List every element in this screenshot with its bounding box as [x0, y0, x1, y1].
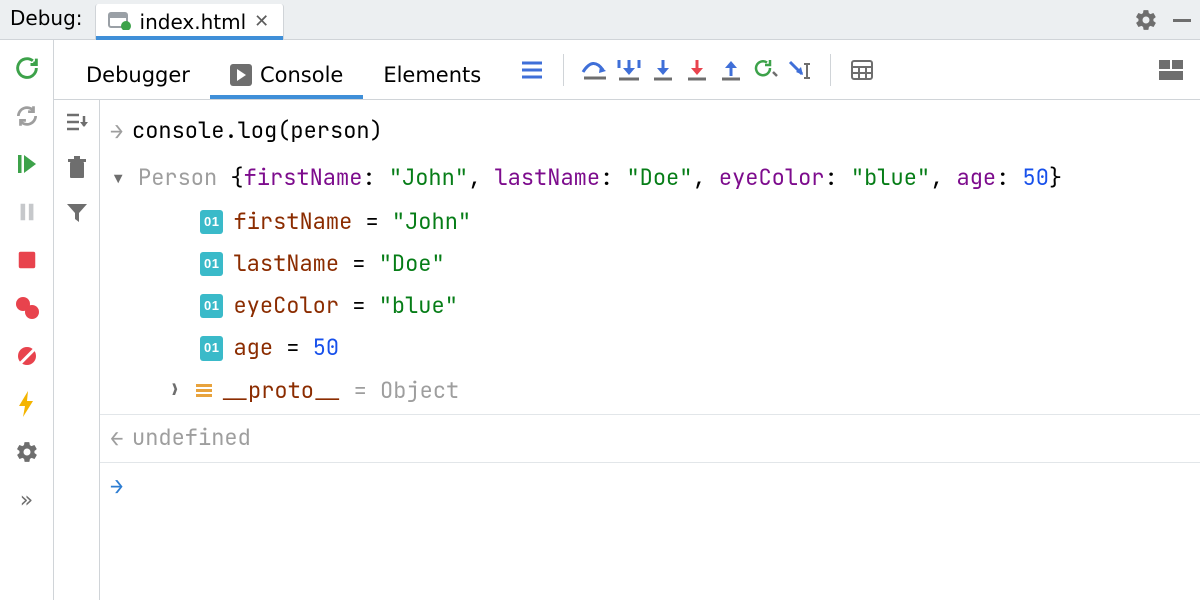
prototype-icon: [196, 384, 212, 397]
file-tab-name: index.html: [140, 10, 247, 34]
tab-console[interactable]: Console: [210, 47, 363, 99]
console-run-icon: [230, 64, 252, 86]
title-bar: Debug: index.html ✕: [0, 0, 1200, 40]
html-file-icon: [108, 10, 132, 34]
pause-icon[interactable]: [11, 196, 43, 228]
mute-breakpoints-icon[interactable]: [11, 340, 43, 372]
resume-icon[interactable]: [11, 148, 43, 180]
console-input-text[interactable]: console.log(person): [132, 114, 1184, 148]
trash-icon[interactable]: [66, 156, 88, 180]
panel-title: Debug:: [0, 0, 95, 39]
tab-console-label: Console: [260, 63, 343, 87]
stop-icon[interactable]: [11, 244, 43, 276]
menu-icon[interactable]: [515, 53, 549, 87]
force-step-into-icon[interactable]: [680, 53, 714, 87]
run-to-cursor-icon[interactable]: [748, 53, 782, 87]
tab-debugger[interactable]: Debugger: [66, 47, 210, 99]
console-mini-toolbar: [54, 100, 100, 600]
proto-key: __proto__: [222, 376, 341, 405]
layout-icon[interactable]: [1154, 53, 1188, 87]
lightning-icon[interactable]: [11, 388, 43, 420]
drop-frame-icon[interactable]: [782, 53, 816, 87]
more-icon[interactable]: »: [11, 484, 43, 516]
console-prompt[interactable]: →: [100, 462, 1200, 510]
prompt-arrow-icon: →: [110, 469, 132, 504]
chevron-right-icon: [170, 377, 180, 405]
property-badge: 01: [200, 336, 223, 360]
property-badge: 01: [200, 252, 223, 276]
object-property[interactable]: 01lastName = "Doe": [100, 243, 1200, 285]
settings-icon[interactable]: [11, 436, 43, 468]
step-into-icon[interactable]: [612, 53, 646, 87]
breakpoints-icon[interactable]: [11, 292, 43, 324]
tab-elements[interactable]: Elements: [363, 47, 501, 99]
output-arrow-icon: ←: [110, 421, 132, 456]
object-property[interactable]: 01age = 50: [100, 327, 1200, 369]
object-property[interactable]: 01eyeColor = "blue": [100, 285, 1200, 327]
file-tab[interactable]: index.html ✕: [95, 4, 285, 39]
debug-gutter: »: [0, 40, 54, 600]
property-badge: 01: [200, 210, 223, 234]
input-arrow-icon: →: [110, 114, 132, 149]
proto-line[interactable]: __proto__ = Object: [100, 370, 1200, 414]
filter-icon[interactable]: [65, 202, 89, 224]
evaluate-icon[interactable]: [845, 53, 879, 87]
scroll-to-end-icon[interactable]: [64, 112, 90, 134]
gear-icon[interactable]: [1128, 0, 1164, 39]
console-return-value: undefined: [132, 421, 1184, 455]
object-property[interactable]: 01firstName = "John": [100, 201, 1200, 243]
debugger-toolbar: Debugger Console Elements: [54, 40, 1200, 100]
refresh-icon[interactable]: [11, 100, 43, 132]
minimize-icon[interactable]: [1164, 0, 1200, 39]
step-into-my-icon[interactable]: [646, 53, 680, 87]
console-input-line: → console.log(person): [100, 108, 1200, 155]
close-icon[interactable]: ✕: [254, 11, 269, 32]
step-out-icon[interactable]: [714, 53, 748, 87]
console-output: → console.log(person) Person {firstName:…: [100, 100, 1200, 600]
step-over-icon[interactable]: [578, 53, 612, 87]
rerun-icon[interactable]: [11, 52, 43, 84]
console-return-line: ← undefined: [100, 414, 1200, 462]
console-object-summary[interactable]: Person {firstName: "John", lastName: "Do…: [100, 155, 1200, 201]
proto-value: Object: [380, 376, 459, 405]
property-badge: 01: [200, 294, 223, 318]
